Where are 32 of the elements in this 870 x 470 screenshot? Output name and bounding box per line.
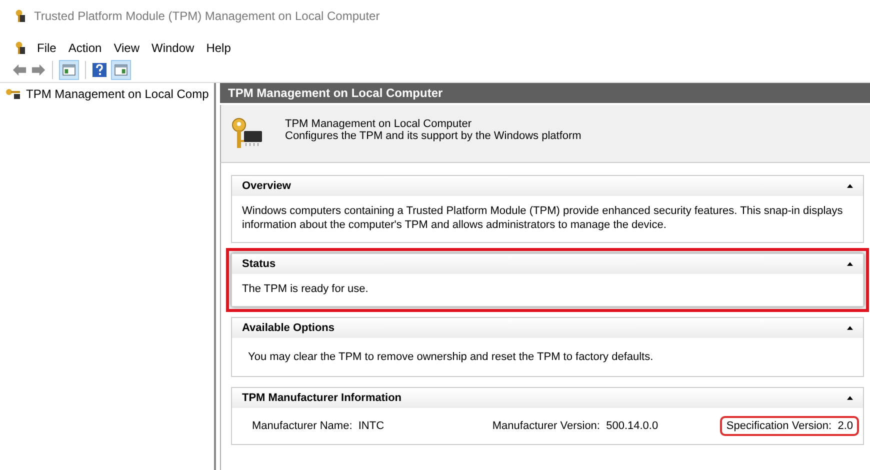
key-icon <box>4 88 22 100</box>
collapse-icon[interactable] <box>847 326 853 330</box>
intro-title: TPM Management on Local Computer <box>285 118 472 130</box>
show-pane-button[interactable] <box>59 60 79 80</box>
section-title: TPM Manufacturer Information <box>242 392 402 404</box>
key-icon <box>14 9 26 23</box>
info-field: Manufacturer Name: INTC <box>248 418 388 434</box>
menu-item[interactable]: View <box>108 40 146 56</box>
section-title: Available Options <box>242 322 335 334</box>
section-text: You may clear the TPM to remove ownership and reset the TPM to factory defaults. <box>248 351 654 363</box>
forward-arrow-icon[interactable] <box>31 63 46 77</box>
window-title: Trusted Platform Module (TPM) Management on Local Computer <box>34 9 380 23</box>
info-field: Specification Version: 2.0 <box>722 418 857 434</box>
menu-item[interactable]: Help <box>201 40 238 56</box>
menu-item[interactable]: File <box>32 40 64 56</box>
tree-item[interactable]: TPM Management on Local Comp <box>0 85 214 103</box>
section-title: Status <box>242 258 276 270</box>
section-title: Overview <box>242 180 291 192</box>
collapse-icon[interactable] <box>847 184 853 188</box>
show-pane-button[interactable] <box>111 60 131 80</box>
collapse-icon[interactable] <box>847 396 853 400</box>
intro-description: Configures the TPM and its support by the Windows platform <box>285 130 582 142</box>
section-text: Windows computers containing a Trusted Platform Module (TPM) provide enhanced security features. This snap-in displays information about the computer's TPM and allows administrators to manage the device. <box>242 205 843 231</box>
pane-header: TPM Management on Local Computer <box>220 83 870 103</box>
section-text: The TPM is ready for use. <box>242 283 368 295</box>
help-icon[interactable] <box>92 63 107 77</box>
menu-item[interactable]: Action <box>63 40 109 56</box>
info-field: Manufacturer Version: 500.14.0.0 <box>488 418 662 434</box>
collapse-icon[interactable] <box>847 262 853 266</box>
key-icon <box>14 41 26 55</box>
back-arrow-icon[interactable] <box>12 63 27 77</box>
menu-item[interactable]: Window <box>146 40 202 56</box>
